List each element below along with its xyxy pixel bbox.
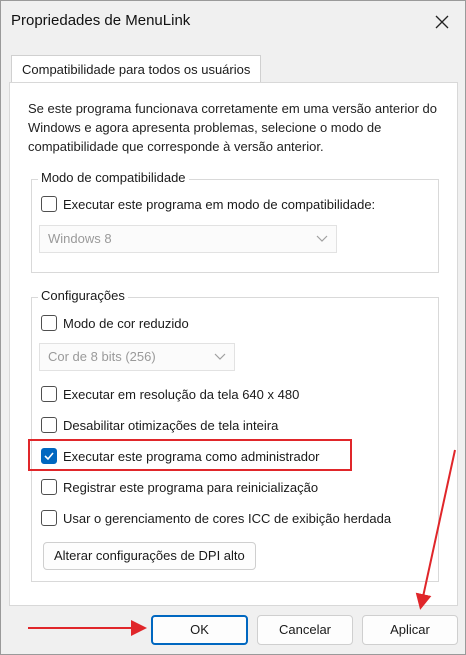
legacy-icc-checkbox[interactable] <box>41 510 57 526</box>
resolution-640-label: Executar em resolução da tela 640 x 480 <box>63 386 300 402</box>
register-restart-row[interactable]: Registrar este programa para reinicializ… <box>41 476 318 498</box>
compat-mode-group-label: Modo de compatibilidade <box>38 170 189 185</box>
apply-button[interactable]: Aplicar <box>362 615 458 645</box>
resolution-640-checkbox[interactable] <box>41 386 57 402</box>
legacy-icc-label: Usar o gerenciamento de cores ICC de exi… <box>63 510 392 526</box>
window-title: Propriedades de MenuLink <box>11 12 191 29</box>
ok-button[interactable]: OK <box>151 615 248 645</box>
compat-mode-checkbox-label: Executar este programa em modo de compat… <box>63 196 376 212</box>
title-bar: Propriedades de MenuLink <box>1 1 465 43</box>
compat-os-select-value: Windows 8 <box>48 231 112 246</box>
highlight-box <box>28 439 352 471</box>
disable-fullscreen-opt-row[interactable]: Desabilitar otimizações de tela inteira <box>41 414 278 436</box>
reduced-color-row[interactable]: Modo de cor reduzido <box>41 312 189 334</box>
compat-os-select[interactable]: Windows 8 <box>39 225 337 253</box>
tab-panel: Se este programa funcionava corretamente… <box>9 82 458 606</box>
legacy-icc-row[interactable]: Usar o gerenciamento de cores ICC de exi… <box>41 507 391 529</box>
close-icon <box>435 15 449 29</box>
register-restart-checkbox[interactable] <box>41 479 57 495</box>
color-depth-select[interactable]: Cor de 8 bits (256) <box>39 343 235 371</box>
compat-mode-checkbox[interactable] <box>41 196 57 212</box>
tab-compatibility-all-users[interactable]: Compatibilidade para todos os usuários <box>11 55 262 83</box>
register-restart-label: Registrar este programa para reinicializ… <box>63 479 319 495</box>
properties-window: Propriedades de MenuLink Compatibilidade… <box>0 0 466 655</box>
disable-fullscreen-opt-label: Desabilitar otimizações de tela inteira <box>63 417 279 433</box>
settings-group-label: Configurações <box>38 288 128 303</box>
color-depth-select-value: Cor de 8 bits (256) <box>48 349 156 364</box>
resolution-640-row[interactable]: Executar em resolução da tela 640 x 480 <box>41 383 299 405</box>
disable-fullscreen-opt-checkbox[interactable] <box>41 417 57 433</box>
description-text: Se este programa funcionava corretamente… <box>28 101 437 154</box>
chevron-down-icon <box>214 353 226 360</box>
reduced-color-checkbox[interactable] <box>41 315 57 331</box>
change-dpi-button[interactable]: Alterar configurações de DPI alto <box>43 542 256 570</box>
chevron-down-icon <box>316 235 328 242</box>
cancel-button[interactable]: Cancelar <box>257 615 353 645</box>
compat-mode-checkbox-row[interactable]: Executar este programa em modo de compat… <box>41 193 375 215</box>
reduced-color-label: Modo de cor reduzido <box>63 315 189 331</box>
close-button[interactable] <box>419 1 465 43</box>
